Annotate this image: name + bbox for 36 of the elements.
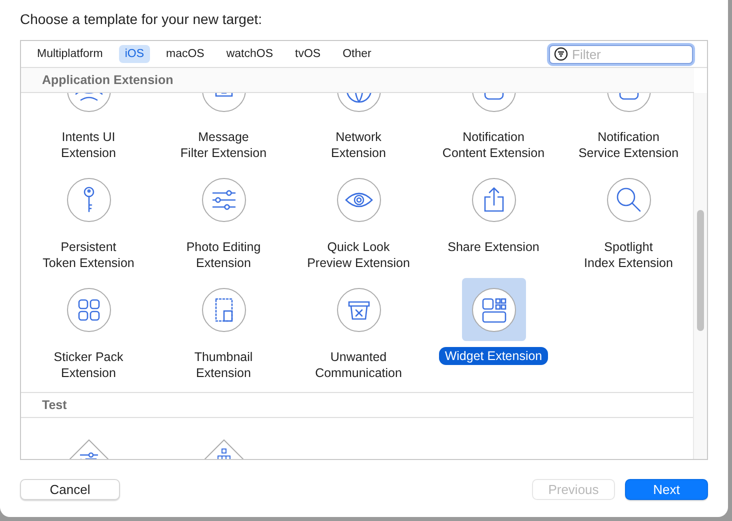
widget-icon [472, 288, 516, 332]
dialog-button[interactable]: Next [625, 479, 708, 500]
thumbnail-icon [202, 288, 246, 332]
platform-tab[interactable]: iOS [118, 45, 150, 63]
template-label: Persistent Token Extension [42, 239, 136, 272]
key-icon [66, 178, 110, 222]
platform-tab[interactable]: Other [336, 45, 378, 63]
template-tile[interactable] [462, 278, 526, 341]
search-icon [606, 178, 650, 222]
template-label: Notification Service Extension [577, 129, 680, 162]
sliders-icon [202, 178, 246, 222]
platform-tab[interactable]: tvOS [289, 45, 327, 63]
template-label: Thumbnail Extension [193, 349, 254, 382]
template-label: Message Filter Extension [179, 129, 268, 162]
share-icon [472, 178, 516, 222]
grid-icon [66, 288, 110, 332]
platform-tab[interactable]: watchOS [220, 45, 280, 63]
dialog-button[interactable]: Cancel [20, 479, 120, 500]
platform-tab[interactable]: macOS [160, 45, 210, 63]
template-label: Notification Content Extension [441, 129, 546, 162]
eye-icon [336, 178, 380, 222]
template-label: Network Extension [330, 129, 387, 162]
template-label: Unwanted Communication [314, 349, 403, 382]
bin-icon [336, 288, 380, 332]
section-header: Application Extension [21, 68, 694, 93]
template-label: Sticker Pack Extension [52, 349, 124, 382]
template-label: Quick Look Preview Extension [306, 239, 411, 272]
scrollbar-thumb[interactable] [697, 210, 704, 331]
platform-tab[interactable]: Multiplatform [31, 45, 109, 63]
template-label: Widget Extension [438, 347, 548, 365]
template-label: Photo Editing Extension [185, 239, 262, 272]
template-label: Spotlight Index Extension [583, 239, 674, 272]
dialog-title: Choose a template for your new target: [20, 11, 264, 29]
filter-field[interactable]: Filter [549, 44, 693, 64]
template-label: Intents UI Extension [60, 129, 117, 162]
template-label: Share Extension [446, 239, 540, 256]
